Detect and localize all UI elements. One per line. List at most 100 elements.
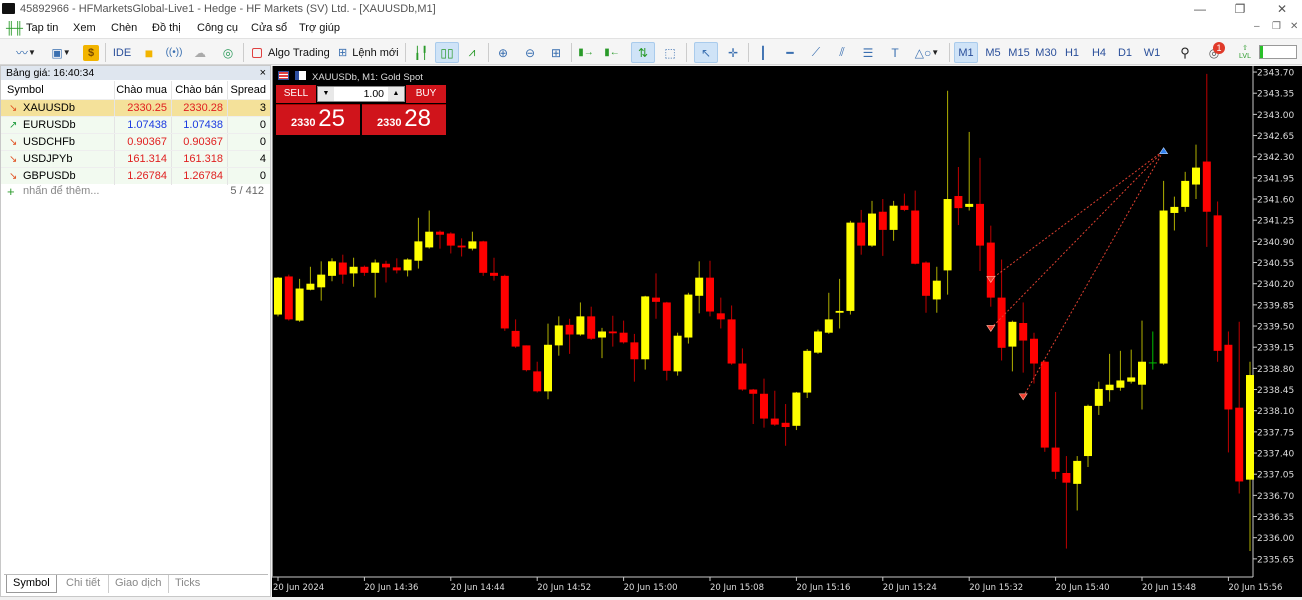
add-symbol-input[interactable]: nhấn để thêm... (23, 185, 99, 197)
ide-button[interactable]: IDE (111, 42, 133, 63)
menu-help[interactable]: Trợ giúp (299, 22, 340, 34)
tab-ticks[interactable]: Ticks (168, 575, 206, 593)
tab-symbol[interactable]: Symbol (6, 575, 57, 593)
menu-window[interactable]: Cửa sổ (251, 22, 287, 34)
candle-bull (468, 241, 477, 249)
chart-type-dropdown[interactable]: 〰 ▼ (10, 42, 42, 63)
close-icon[interactable]: × (260, 66, 266, 80)
timeframe-w1[interactable]: W1 (1140, 42, 1164, 63)
one-click-trading-icon[interactable]: ⇅ (631, 42, 655, 63)
price-tick-label: 2340.55 (1257, 259, 1294, 269)
volume-increase-button[interactable]: ▲ (388, 87, 404, 101)
timeframe-m1[interactable]: M1 (954, 42, 978, 63)
level-button[interactable]: ⇧ LVL (1236, 42, 1254, 63)
menu-tools[interactable]: Công cụ (197, 22, 238, 34)
auto-scroll-icon[interactable]: ▮→ (576, 42, 596, 63)
crosshair-icon[interactable]: ✛ (723, 42, 743, 63)
minimize-button[interactable]: — (1190, 2, 1210, 16)
signals-icon[interactable]: ((•)) (164, 42, 184, 63)
algo-trading-button[interactable]: Algo Trading (248, 42, 330, 63)
channel-icon[interactable]: ⫽ (832, 42, 852, 63)
menu-charts[interactable]: Đồ thị (152, 22, 181, 34)
volume-decrease-button[interactable]: ▼ (318, 87, 334, 101)
chart-shift-icon[interactable]: ▮← (602, 42, 622, 63)
candle-bull (317, 274, 326, 288)
level-progress-bar (1259, 45, 1297, 59)
candlestick-chart[interactable]: 2343.70 2343.35 2343.00 2342.65 2342.30 2341.… (272, 66, 1302, 597)
mdi-minimize-button[interactable]: – (1254, 21, 1260, 32)
candle-bull (1246, 375, 1254, 480)
candle-bear (770, 418, 779, 425)
candle-bull (943, 199, 952, 271)
mdi-restore-button[interactable]: ❐ (1272, 21, 1281, 32)
market-watch-row[interactable]: ↘ GBPUSDb 1.26784 1.26784 0 (1, 167, 270, 185)
column-header-symbol[interactable]: Symbol (1, 81, 115, 99)
zoom-out-icon[interactable]: ⊖ (520, 42, 540, 63)
timeframe-d1[interactable]: D1 (1113, 42, 1137, 63)
search-icon[interactable]: ⚲ (1175, 42, 1195, 63)
market-watch-row[interactable]: ↗ EURUSDb 1.07438 1.07438 0 (1, 116, 270, 134)
tile-windows-icon[interactable]: ⊞ (546, 42, 566, 63)
candle-bear (392, 267, 401, 271)
time-tick-label: 20 Jun 15:00 (624, 583, 678, 593)
close-button[interactable]: ✕ (1272, 2, 1292, 16)
one-click-trade-panel: SELL ▼ ▲ BUY 2330 25 2330 28 (276, 85, 446, 135)
shapes-dropdown[interactable]: △○ ▼ (910, 42, 944, 63)
dollar-icon[interactable]: $ (83, 45, 99, 61)
price-tick-label: 2341.60 (1257, 196, 1294, 206)
screenshot-icon[interactable]: ⬚ (660, 42, 680, 63)
column-header-bid[interactable]: Chào mua (115, 81, 172, 99)
bar-chart-icon[interactable]: ╽╿ (411, 42, 431, 63)
fibonacci-icon[interactable]: ☰ (858, 42, 878, 63)
candle-bull (1138, 361, 1146, 385)
timeframe-h4[interactable]: H4 (1087, 42, 1111, 63)
horizontal-line-icon[interactable]: ━ (780, 42, 800, 63)
tab-details[interactable]: Chi tiết (60, 575, 106, 593)
market-watch-row[interactable]: ↘ XAUUSDb 2330.25 2330.28 3 (1, 99, 270, 117)
sell-button[interactable]: SELL (276, 85, 316, 103)
notifications-button[interactable]: ◎ 1 (1201, 42, 1227, 63)
market-bag-icon[interactable]: ■ (140, 42, 158, 63)
mdi-close-button[interactable]: ✕ (1290, 21, 1298, 32)
line-chart-icon: 〰 (16, 46, 29, 60)
line-chart-type-icon[interactable]: ⩘ (462, 42, 482, 63)
vertical-line-icon[interactable]: ┃ (753, 42, 773, 63)
candle-bull (274, 277, 282, 315)
column-header-spread[interactable]: Spread (228, 81, 270, 99)
indicators-dropdown[interactable]: ▣ ▼ (45, 42, 77, 63)
text-icon[interactable]: T (885, 42, 905, 63)
candle-bear (630, 342, 639, 360)
menu-insert[interactable]: Chèn (111, 22, 137, 34)
cursor-icon[interactable]: ↖ (694, 42, 718, 63)
chart-window[interactable]: 2343.70 2343.35 2343.00 2342.65 2342.30 2341.… (272, 66, 1302, 597)
menu-view[interactable]: Xem (73, 22, 96, 34)
candlestick-chart-icon[interactable]: ▯▯ (435, 42, 459, 63)
timeframe-m15[interactable]: M15 (1007, 42, 1031, 63)
buy-price-button[interactable]: 2330 28 (362, 104, 446, 135)
volume-input[interactable] (335, 87, 387, 101)
cloud-icon[interactable]: ☁ (190, 42, 210, 63)
buy-button[interactable]: BUY (406, 85, 446, 103)
trendline-icon[interactable]: ⟋ (806, 42, 826, 63)
restore-button[interactable]: ❐ (1230, 2, 1250, 16)
chart-app-icon: ╫╫ (6, 21, 24, 35)
column-header-ask[interactable]: Chào bán (172, 81, 228, 99)
market-watch-panel: Bảng giá: 16:40:34 × Symbol Chào mua Chào… (0, 65, 271, 597)
market-watch-row[interactable]: ↘ USDCHFb 0.90367 0.90367 0 (1, 133, 270, 151)
tab-trading[interactable]: Giao dịch (108, 575, 167, 593)
toolbar-separator (488, 43, 489, 62)
candle-bear (587, 316, 596, 339)
symbol-cell: GBPUSDb (23, 168, 115, 185)
timeframe-m5[interactable]: M5 (981, 42, 1005, 63)
menu-file[interactable]: Tap tin (26, 22, 58, 34)
new-order-button[interactable]: ⊞ Lệnh mới (335, 42, 401, 63)
sell-price-button[interactable]: 2330 25 (276, 104, 360, 135)
market-watch-row[interactable]: ↘ USDJPYb 161.314 161.318 4 (1, 150, 270, 168)
window-title: 45892966 - HFMarketsGlobal-Live1 - Hedge… (20, 3, 436, 15)
timeframe-m30[interactable]: M30 (1034, 42, 1058, 63)
candle-bull (835, 310, 844, 313)
timeframe-h1[interactable]: H1 (1060, 42, 1084, 63)
new-order-icon: ⊞ (338, 47, 348, 59)
vps-globe-icon[interactable]: ◎ (218, 42, 238, 63)
zoom-in-icon[interactable]: ⊕ (493, 42, 513, 63)
